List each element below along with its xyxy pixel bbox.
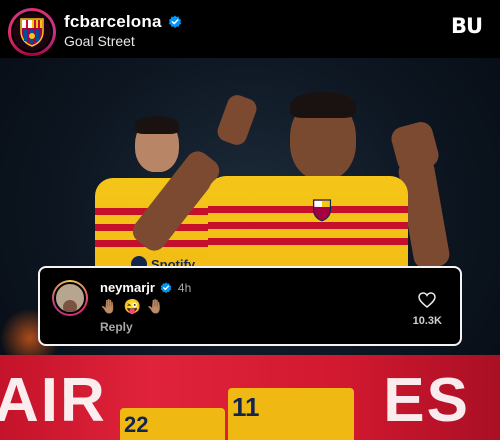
teammate-number: 22 <box>124 412 149 437</box>
comment-emoji-2: 😜 <box>123 298 141 314</box>
comment-emoji-3: 🤚🏽 <box>146 298 165 314</box>
verified-badge-icon <box>168 15 181 28</box>
post-header: fcbarcelona Goal Street BU <box>0 0 500 58</box>
brand-logo: BU <box>450 14 483 38</box>
post-location[interactable]: Goal Street <box>64 33 135 49</box>
comment-username[interactable]: neymarjr 4h <box>100 280 191 295</box>
avatar-inner <box>11 11 53 53</box>
main-player-number: 11 <box>232 392 260 422</box>
comment-text: 🤚🏽 😜 🤚🏽 <box>100 298 164 315</box>
post-username[interactable]: fcbarcelona <box>64 12 182 32</box>
main-player-hair <box>290 92 356 118</box>
post-username-text[interactable]: fcbarcelona <box>64 12 162 32</box>
main-player: Spotify 11 <box>127 88 452 440</box>
commenter-face <box>63 300 77 312</box>
like-count: 10.3K <box>412 315 442 327</box>
comment-avatar[interactable] <box>52 280 88 316</box>
reply-button[interactable]: Reply <box>100 320 133 334</box>
comment-card[interactable]: neymarjr 4h 🤚🏽 😜 🤚🏽 Reply 10.3K <box>38 266 462 346</box>
heart-icon[interactable] <box>418 292 436 308</box>
post-photo[interactable]: AIR ES Spotify 22 11 neymarjr 4h 🤚🏽 😜 🤚🏽… <box>0 58 500 440</box>
comment-avatar-inner <box>54 282 86 314</box>
main-player-shorts: 11 <box>228 388 354 440</box>
jersey-crest-icon <box>312 199 332 222</box>
profile-avatar[interactable] <box>8 8 56 56</box>
comment-emoji-1: 🤚🏽 <box>100 298 118 314</box>
barcelona-crest-icon <box>20 18 44 47</box>
left-hand <box>214 92 260 148</box>
comment-time: 4h <box>177 280 192 295</box>
verified-badge-icon <box>160 281 172 293</box>
comment-username-text[interactable]: neymarjr <box>100 280 155 295</box>
